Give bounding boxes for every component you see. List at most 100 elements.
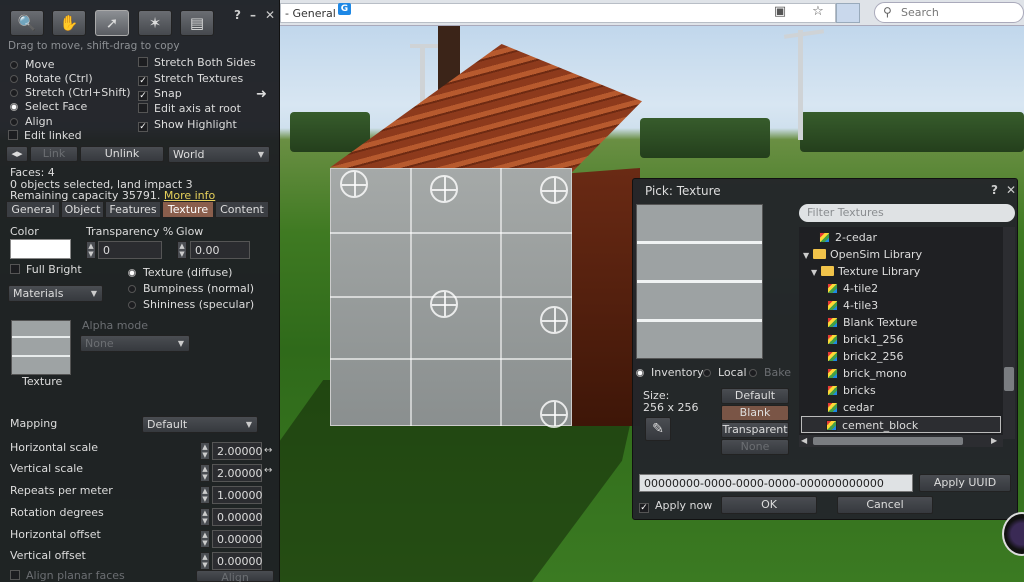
- tab-general[interactable]: General: [6, 201, 60, 218]
- mapping-dropdown[interactable]: Default ▼: [142, 416, 258, 433]
- glow-spinner[interactable]: ▲ ▼: [177, 241, 187, 259]
- apply-uuid-button[interactable]: Apply UUID: [919, 474, 1011, 492]
- rotation-spinner[interactable]: ▲ ▼: [200, 508, 210, 526]
- address-bar[interactable]: - General: [280, 3, 836, 23]
- edit-tool-button[interactable]: ➚: [95, 10, 129, 36]
- blank-button[interactable]: Blank: [721, 405, 789, 421]
- tab-features[interactable]: Features: [105, 201, 161, 218]
- tree-item[interactable]: 4-tile2: [827, 280, 878, 297]
- close-icon[interactable]: ✕: [265, 8, 275, 22]
- horizontal-scale-spinner[interactable]: ▲ ▼: [200, 442, 210, 460]
- map-specular-radio[interactable]: Shininess (specular): [128, 298, 254, 312]
- vertical-scale-field[interactable]: 2.00000: [212, 464, 263, 482]
- tree-folder[interactable]: ▼ Texture Library: [811, 263, 920, 280]
- edit-axis-root-checkbox[interactable]: Edit axis at root: [138, 102, 241, 116]
- house-side-face[interactable]: [572, 168, 640, 426]
- stretch-textures-checkbox[interactable]: ✓ Stretch Textures: [138, 72, 243, 86]
- stretch-both-sides-checkbox[interactable]: Stretch Both Sides: [138, 56, 256, 70]
- horizontal-scale-field[interactable]: 2.00000: [212, 442, 263, 460]
- rotation-degrees-field[interactable]: 0.00000: [212, 508, 263, 526]
- tree-vertical-scrollbar[interactable]: [1003, 227, 1015, 439]
- tree-item[interactable]: cedar: [827, 399, 874, 416]
- tree-horizontal-scrollbar[interactable]: ◀ ▶: [799, 435, 1003, 447]
- vertical-scale-spinner[interactable]: ▲ ▼: [200, 464, 210, 482]
- mode-stretch[interactable]: Stretch (Ctrl+Shift): [10, 86, 131, 100]
- unlink-button[interactable]: Unlink: [80, 146, 164, 162]
- vertical-offset-field[interactable]: 0.00000: [212, 552, 263, 570]
- show-highlight-checkbox[interactable]: ✓ Show Highlight: [138, 118, 237, 132]
- repeats-spinner[interactable]: ▲ ▼: [200, 486, 210, 504]
- mode-move[interactable]: Move: [10, 58, 55, 72]
- move-tool-button[interactable]: ✋: [52, 10, 86, 36]
- tree-item[interactable]: 4-tile3: [827, 297, 878, 314]
- transparency-field[interactable]: 0: [98, 241, 162, 259]
- tree-folder[interactable]: ▼ OpenSim Library: [803, 246, 922, 263]
- tree-item[interactable]: brick2_256: [827, 348, 903, 365]
- eyedropper-icon[interactable]: ✎: [645, 417, 671, 441]
- source-inventory-radio[interactable]: Inventory: [636, 366, 704, 380]
- tree-item-selected[interactable]: cement_block: [801, 416, 1001, 433]
- transparency-spinner[interactable]: ▲ ▼: [86, 241, 96, 259]
- uuid-field[interactable]: 00000000-0000-0000-0000-000000000000: [639, 474, 913, 492]
- tree-item[interactable]: brick1_256: [827, 331, 903, 348]
- scroll-thumb[interactable]: [1004, 367, 1014, 391]
- link-nav-arrows-icon[interactable]: ◂▸: [6, 146, 28, 162]
- help-icon[interactable]: ?: [991, 183, 998, 197]
- horizontal-offset-field[interactable]: 0.00000: [212, 530, 263, 548]
- address-dropdown-button[interactable]: [836, 3, 860, 23]
- mode-align[interactable]: Align: [10, 115, 53, 129]
- link-scale-icon[interactable]: ↔: [264, 462, 276, 480]
- color-swatch[interactable]: [10, 239, 71, 259]
- tree-item[interactable]: brick_mono: [827, 365, 907, 382]
- mode-select-face[interactable]: Select Face: [10, 100, 87, 114]
- cancel-button[interactable]: Cancel: [837, 496, 933, 514]
- tab-content[interactable]: Content: [215, 201, 269, 218]
- map-normal-radio[interactable]: Bumpiness (normal): [128, 282, 254, 296]
- glow-field[interactable]: 0.00: [190, 241, 250, 259]
- focus-tool-button[interactable]: 🔍: [10, 10, 44, 36]
- apply-now-checkbox[interactable]: ✓ Apply now: [639, 499, 712, 513]
- tree-item[interactable]: 2-cedar: [819, 229, 877, 246]
- align-button[interactable]: Align: [196, 570, 274, 582]
- search-box[interactable]: ⚲ Search: [874, 2, 1024, 23]
- transparent-button[interactable]: Transparent: [721, 422, 789, 438]
- extension-icon[interactable]: ▣: [772, 4, 788, 20]
- snap-checkbox[interactable]: ✓ Snap: [138, 87, 182, 101]
- scroll-left-icon[interactable]: ◀: [801, 436, 807, 445]
- source-bake-radio[interactable]: Bake: [749, 366, 791, 380]
- tab-object[interactable]: Object: [61, 201, 104, 218]
- close-icon[interactable]: ✕: [1006, 183, 1016, 197]
- help-icon[interactable]: ?: [234, 8, 241, 22]
- link-scale-icon[interactable]: ↔: [264, 442, 276, 460]
- tree-item[interactable]: bricks: [827, 382, 876, 399]
- tab-texture[interactable]: Texture: [162, 201, 214, 218]
- edit-linked-checkbox[interactable]: Edit linked: [8, 129, 82, 143]
- grid-options-arrow-icon[interactable]: ➜: [256, 88, 267, 102]
- texture-swatch[interactable]: [11, 320, 71, 375]
- repeats-per-meter-field[interactable]: 1.00000: [212, 486, 263, 504]
- vertical-offset-spinner[interactable]: ▲ ▼: [200, 552, 210, 570]
- full-bright-checkbox[interactable]: Full Bright: [10, 263, 82, 277]
- bookmark-star-icon[interactable]: ☆: [810, 4, 826, 20]
- create-tool-button[interactable]: ✶: [138, 10, 172, 36]
- minimize-icon[interactable]: –: [250, 8, 256, 22]
- map-diffuse-radio[interactable]: Texture (diffuse): [128, 266, 232, 280]
- filter-textures-input[interactable]: Filter Textures: [799, 204, 1015, 222]
- ruler-mode-dropdown[interactable]: World ▼: [168, 146, 270, 163]
- ok-button[interactable]: OK: [721, 496, 817, 514]
- scroll-right-icon[interactable]: ▶: [991, 436, 997, 445]
- align-planar-checkbox[interactable]: Align planar faces: [10, 569, 125, 582]
- none-button[interactable]: None: [721, 439, 789, 455]
- default-button[interactable]: Default: [721, 388, 789, 404]
- scroll-thumb[interactable]: [813, 437, 963, 445]
- alpha-mode-dropdown[interactable]: None ▼: [80, 335, 190, 352]
- mode-rotate[interactable]: Rotate (Ctrl): [10, 72, 93, 86]
- land-tool-button[interactable]: ▤: [180, 10, 214, 36]
- horizontal-offset-spinner[interactable]: ▲ ▼: [200, 530, 210, 548]
- house-roof[interactable]: [330, 44, 642, 174]
- tree-item[interactable]: Blank Texture: [827, 314, 917, 331]
- source-local-radio[interactable]: Local: [703, 366, 747, 380]
- materials-dropdown[interactable]: Materials ▼: [8, 285, 103, 302]
- link-button[interactable]: Link: [30, 146, 78, 162]
- radio-icon: [703, 369, 711, 377]
